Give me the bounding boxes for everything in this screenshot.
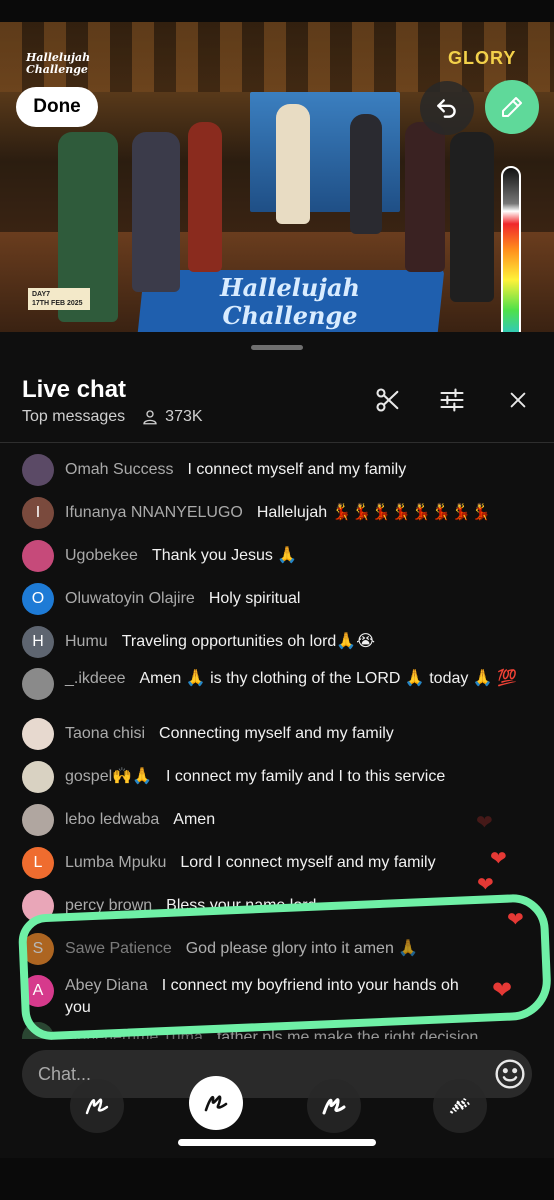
pen-brush-button[interactable] — [70, 1079, 124, 1133]
message-author[interactable]: gospel🙌🙏 — [65, 768, 152, 785]
message-body: Oluwatoyin Olajire Holy spiritual — [65, 588, 300, 610]
message-body: Omah Success I connect myself and my fami… — [65, 459, 406, 481]
drag-handle[interactable] — [251, 345, 303, 350]
chat-message: H Humu Traveling opportunities oh lord🙏😭 — [22, 626, 532, 658]
message-text: I connect myself and my family — [187, 461, 407, 478]
viewer-count: 373K — [141, 408, 203, 426]
pen-button[interactable] — [485, 80, 539, 134]
message-body: Lumba Mpuku Lord I connect myself and my … — [65, 852, 436, 874]
chat-filter[interactable]: Top messages 373K — [22, 408, 203, 426]
drawn-highlight — [17, 892, 553, 1042]
chat-message: _.ikdeee Amen 🙏 is thy clothing of the LO… — [22, 668, 532, 700]
home-indicator[interactable] — [178, 1139, 376, 1146]
chat-filter-label[interactable]: Top messages — [22, 408, 125, 426]
avatar[interactable]: L — [22, 847, 54, 879]
neon-brush-button[interactable] — [307, 1079, 361, 1133]
person — [276, 104, 310, 224]
video-frame[interactable]: Hallelujah Challenge Hallelujah Challeng… — [0, 22, 554, 332]
avatar[interactable]: O — [22, 583, 54, 615]
rug-text: Hallelujah Challenge — [220, 273, 360, 330]
heart-reaction-icon: ❤ — [477, 874, 494, 896]
chat-message: gospel🙌🙏 I connect my family and I to thi… — [22, 761, 532, 793]
avatar[interactable] — [22, 540, 54, 572]
avatar[interactable] — [22, 761, 54, 793]
chat-message: O Oluwatoyin Olajire Holy spiritual — [22, 583, 532, 615]
heart-reaction-icon: ❤ — [490, 848, 507, 870]
clip-button[interactable] — [372, 384, 404, 416]
message-author[interactable]: Humu — [65, 633, 108, 650]
message-body: Ugobekee Thank you Jesus 🙏 — [65, 545, 297, 567]
message-text: Connecting myself and my family — [159, 725, 394, 742]
message-body: Taona chisi Connecting myself and my fami… — [65, 723, 394, 745]
pattern-brush-icon — [449, 1098, 470, 1114]
message-author[interactable]: Lumba Mpuku — [65, 854, 166, 871]
message-author[interactable]: _.ikdeee — [65, 670, 126, 687]
message-text: I connect my family and I to this servic… — [166, 768, 446, 785]
viewer-count-value: 373K — [165, 408, 203, 425]
pen-brush-icon — [85, 1098, 109, 1115]
status-strip — [0, 0, 554, 22]
pattern-brush-button[interactable] — [433, 1079, 487, 1133]
brand-logo: GLORY — [448, 48, 517, 68]
message-text: Amen — [173, 811, 216, 828]
done-button[interactable]: Done — [16, 87, 98, 127]
message-text: Amen 🙏 is thy clothing of the LORD 🙏 tod… — [139, 670, 518, 687]
marker-brush-icon — [204, 1095, 228, 1112]
message-text: Lord I connect myself and my family — [180, 854, 436, 871]
person — [132, 132, 180, 292]
day-tag: DAY7 17TH FEB 2025 — [28, 288, 90, 310]
chat-title: Live chat — [22, 376, 127, 403]
avatar[interactable] — [22, 718, 54, 750]
chat-message: Ugobekee Thank you Jesus 🙏 — [22, 540, 532, 572]
heart-reaction-icon: ❤ — [476, 812, 493, 834]
avatar[interactable] — [22, 454, 54, 486]
message-text: Traveling opportunities oh lord🙏😭 — [121, 633, 375, 650]
sliders-icon — [440, 388, 464, 412]
scissors-icon — [376, 388, 399, 412]
message-text: Holy spiritual — [208, 590, 301, 607]
message-body: lebo ledwaba Amen — [65, 809, 215, 831]
emoji-icon[interactable] — [494, 1058, 526, 1090]
pen-icon — [502, 97, 522, 117]
undo-button[interactable] — [420, 81, 474, 135]
close-button[interactable] — [502, 384, 534, 416]
marker-brush-button[interactable] — [189, 1076, 243, 1130]
message-body: Humu Traveling opportunities oh lord🙏😭 — [65, 631, 375, 653]
bottom-strip — [0, 1158, 554, 1200]
message-author[interactable]: Omah Success — [65, 461, 173, 478]
chat-message: L Lumba Mpuku Lord I connect myself and m… — [22, 847, 532, 879]
avatar[interactable] — [22, 804, 54, 836]
avatar[interactable] — [22, 668, 54, 700]
message-text: Thank you Jesus 🙏 — [151, 547, 298, 564]
neon-brush-icon — [322, 1098, 346, 1115]
close-icon — [510, 392, 526, 408]
settings-button[interactable] — [436, 384, 468, 416]
avatar[interactable]: I — [22, 497, 54, 529]
undo-icon — [437, 99, 456, 118]
day-tag-day: DAY7 — [32, 291, 51, 298]
person — [350, 114, 382, 234]
day-tag-date: 17TH FEB 2025 — [32, 300, 83, 307]
person — [450, 132, 494, 302]
chat-message: I Ifunanya NNANYELUGO Hallelujah 💃💃💃💃💃💃💃💃 — [22, 497, 532, 529]
show-logo: Hallelujah Challenge — [26, 51, 91, 76]
message-author[interactable]: Ugobekee — [65, 547, 138, 564]
divider — [0, 442, 554, 443]
message-body: gospel🙌🙏 I connect my family and I to thi… — [65, 766, 445, 788]
message-author[interactable]: lebo ledwaba — [65, 811, 159, 828]
chat-message: Omah Success I connect myself and my fami… — [22, 454, 532, 486]
message-text: Hallelujah 💃💃💃💃💃💃💃💃 — [256, 504, 491, 521]
message-body: Ifunanya NNANYELUGO Hallelujah 💃💃💃💃💃💃💃💃 — [65, 502, 491, 524]
chat-message: Taona chisi Connecting myself and my fami… — [22, 718, 532, 750]
message-author[interactable]: Ifunanya NNANYELUGO — [65, 504, 243, 521]
message-body: _.ikdeee Amen 🙏 is thy clothing of the LO… — [65, 668, 517, 690]
message-author[interactable]: Taona chisi — [65, 725, 145, 742]
message-author[interactable]: Oluwatoyin Olajire — [65, 590, 195, 607]
person-icon — [143, 410, 157, 425]
chat-message: lebo ledwaba Amen — [22, 804, 532, 836]
avatar[interactable]: H — [22, 626, 54, 658]
person — [405, 122, 445, 272]
person — [188, 122, 222, 272]
